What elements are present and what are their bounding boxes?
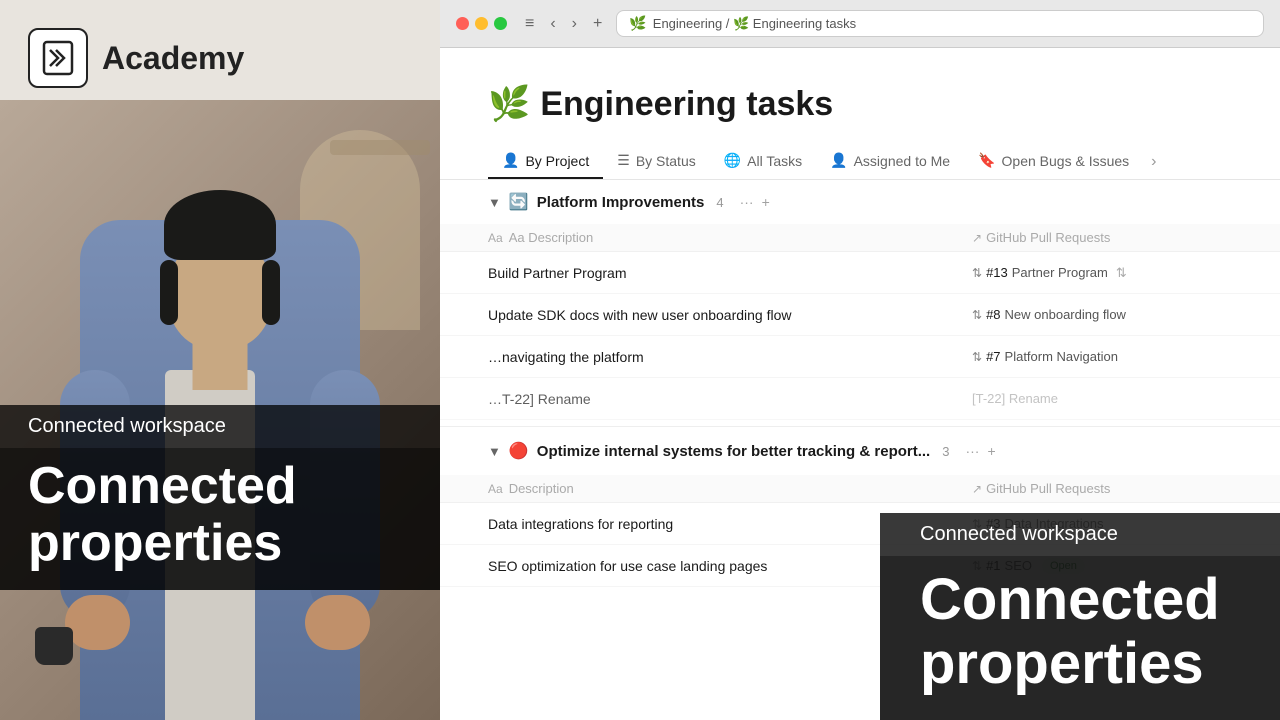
tab-bugs[interactable]: 🔖 Open Bugs & Issues <box>964 144 1143 179</box>
pr-name: New onboarding flow <box>1005 307 1126 322</box>
group1-title: Platform Improvements <box>537 194 705 211</box>
table-row[interactable]: …navigating the platform ⇅ #7 Platform N… <box>440 336 1280 378</box>
assigned-icon: 👤 <box>830 152 847 169</box>
notion-logo <box>28 28 88 88</box>
main-title-bar: Connected properties <box>0 448 440 590</box>
col-github-icon2: ↗ <box>972 482 982 496</box>
right-panel: ≡ ‹ › + 🌿 Engineering / 🌿 Engineering ta… <box>440 0 1280 720</box>
by-project-icon: 👤 <box>502 152 519 169</box>
group2-more-button[interactable]: ··· <box>965 443 979 459</box>
tab-all-tasks-label: All Tasks <box>747 153 802 169</box>
group1-toggle[interactable]: ▼ <box>488 195 501 210</box>
browser-controls: ≡ ‹ › + <box>521 13 606 35</box>
subtitle-bar: Connected workspace <box>0 405 440 448</box>
pr-icon: ⇅ <box>972 350 982 364</box>
row-pr: ⇅ #7 Platform Navigation <box>972 349 1232 364</box>
menu-icon[interactable]: ≡ <box>521 13 538 35</box>
col-headers-group1: Aa Aa Description ↗ GitHub Pull Requests <box>440 224 1280 252</box>
close-button[interactable] <box>456 17 469 30</box>
tab-assigned[interactable]: 👤 Assigned to Me <box>816 144 964 179</box>
col-github-label2: GitHub Pull Requests <box>986 481 1110 496</box>
tab-by-project[interactable]: 👤 By Project <box>488 144 603 179</box>
by-status-icon: ☰ <box>617 152 630 169</box>
group1-add-button[interactable]: + <box>762 194 770 210</box>
back-button[interactable]: ‹ <box>546 13 559 35</box>
minimize-button[interactable] <box>475 17 488 30</box>
group2-actions: ··· + <box>965 443 995 459</box>
group1-count: 4 <box>716 195 723 210</box>
row-title: …T-22] Rename <box>488 391 972 407</box>
col-aa-icon2: Aa <box>488 482 503 496</box>
page-title-emoji: 🌿 <box>488 84 530 124</box>
col-right-header2: ↗ GitHub Pull Requests <box>972 481 1232 496</box>
col-main-header: Aa Aa Description <box>488 230 972 245</box>
view-tabs: 👤 By Project ☰ By Status 🌐 All Tasks 👤 A… <box>440 144 1280 180</box>
breadcrumb-text: Engineering / 🌿 Engineering tasks <box>653 16 856 32</box>
tab-all-tasks[interactable]: 🌐 All Tasks <box>710 144 816 179</box>
row-title: Update SDK docs with new user onboarding… <box>488 307 972 323</box>
maximize-button[interactable] <box>494 17 507 30</box>
pr-name: Platform Navigation <box>1005 349 1118 364</box>
academy-label: Academy <box>102 40 244 77</box>
group2-add-button[interactable]: + <box>987 443 995 459</box>
traffic-lights <box>456 17 507 30</box>
new-tab-button[interactable]: + <box>589 13 606 35</box>
tab-by-project-label: By Project <box>525 153 589 169</box>
group2-toggle[interactable]: ▼ <box>488 444 501 459</box>
table-row[interactable]: Update SDK docs with new user onboarding… <box>440 294 1280 336</box>
group2-title: Optimize internal systems for better tra… <box>537 443 930 460</box>
group1-actions: ··· + <box>740 194 770 210</box>
row-pr: [T-22] Rename <box>972 391 1232 406</box>
col-github-icon: ↗ <box>972 231 982 245</box>
page-title: 🌿 Engineering tasks <box>488 84 1232 124</box>
group2-emoji: 🔴 <box>509 441 529 461</box>
group1-emoji: 🔄 <box>509 192 529 212</box>
col-github-label: GitHub Pull Requests <box>986 230 1110 245</box>
pr-number: #13 <box>986 265 1008 280</box>
overlay-subtitle: Connected workspace <box>920 523 1118 545</box>
subtitle-band: Connected workspace <box>880 513 1280 556</box>
overlay-text-left: Connected workspace Connected properties <box>0 405 440 590</box>
page-header: 🌿 Engineering tasks <box>440 48 1280 144</box>
col-description-label: Aa Description <box>509 230 594 245</box>
table-row[interactable]: Build Partner Program ⇅ #13 Partner Prog… <box>440 252 1280 294</box>
subtitle-label: Connected workspace <box>28 415 226 437</box>
group2-row: ▼ 🔴 Optimize internal systems for better… <box>440 426 1280 475</box>
col-main-header2: Aa Description <box>488 481 972 496</box>
group2-count: 3 <box>942 444 949 459</box>
main-title-text: Connected properties <box>28 458 412 572</box>
overlay-banner: Connected workspace Connected properties <box>880 513 1280 720</box>
row-pr: ⇅ #13 Partner Program ⇅ <box>972 265 1232 281</box>
col-headers-group2: Aa Description ↗ GitHub Pull Requests <box>440 475 1280 503</box>
tab-assigned-label: Assigned to Me <box>854 153 951 169</box>
col-aa-icon: Aa <box>488 231 503 245</box>
bugs-icon: 🔖 <box>978 152 995 169</box>
browser-chrome: ≡ ‹ › + 🌿 Engineering / 🌿 Engineering ta… <box>440 0 1280 48</box>
pr-icon: ⇅ <box>972 308 982 322</box>
group1-row: ▼ 🔄 Platform Improvements 4 ··· + <box>440 180 1280 224</box>
col-right-header: ↗ GitHub Pull Requests <box>972 230 1232 245</box>
pr-number: #7 <box>986 349 1000 364</box>
overlay-main-title: Connected properties <box>920 568 1240 696</box>
group1-more-button[interactable]: ··· <box>740 194 754 210</box>
all-tasks-icon: 🌐 <box>724 152 741 169</box>
tab-by-status-label: By Status <box>636 153 696 169</box>
tab-bugs-label: Open Bugs & Issues <box>1002 153 1130 169</box>
page-title-text: Engineering tasks <box>540 85 833 124</box>
tabs-more-button[interactable]: › <box>1143 145 1164 179</box>
main-band: Connected properties <box>880 556 1280 720</box>
pr-number: #8 <box>986 307 1000 322</box>
table-row[interactable]: …T-22] Rename [T-22] Rename <box>440 378 1280 420</box>
tab-by-status[interactable]: ☰ By Status <box>603 144 709 179</box>
forward-button[interactable]: › <box>568 13 581 35</box>
row-pr: ⇅ #8 New onboarding flow <box>972 307 1232 322</box>
row-title: …navigating the platform <box>488 349 972 365</box>
pr-icon: ⇅ <box>972 266 982 280</box>
row-title: Build Partner Program <box>488 265 972 281</box>
address-bar[interactable]: 🌿 Engineering / 🌿 Engineering tasks <box>616 10 1264 37</box>
pr-name: Partner Program <box>1012 265 1108 280</box>
col-description-label2: Description <box>509 481 574 496</box>
left-panel: Academy Connected workspace <box>0 0 440 720</box>
notion-header: Academy <box>28 28 244 88</box>
